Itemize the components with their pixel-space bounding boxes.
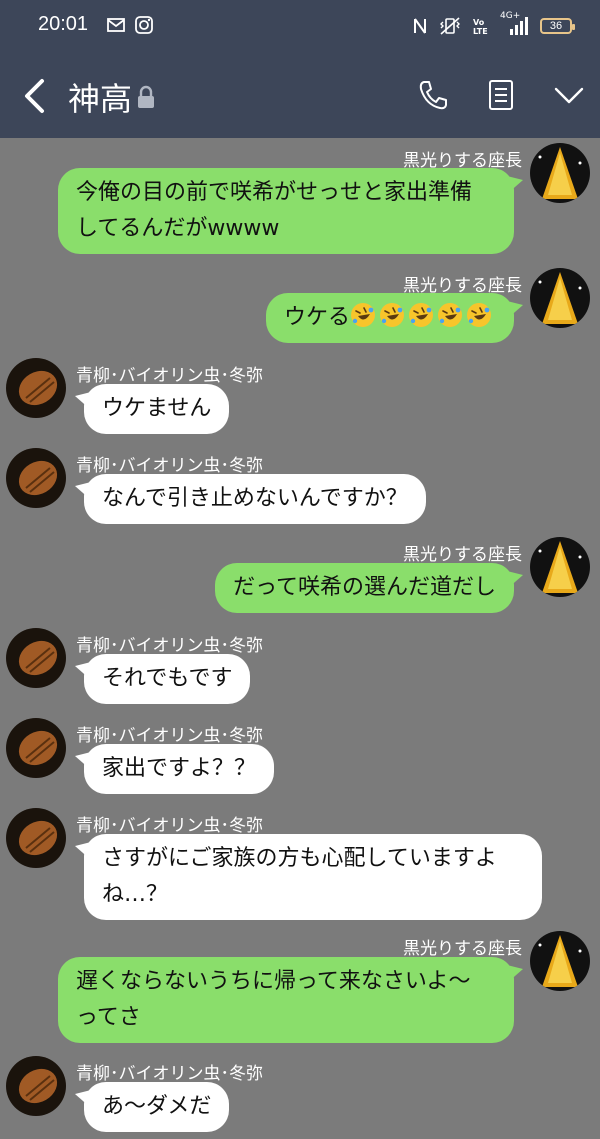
message-bubble-received[interactable]: それでもです bbox=[74, 654, 251, 704]
message-line: 遅くならないうちに帰って来なさいよ〜 bbox=[76, 969, 471, 994]
avatar-zacho[interactable] bbox=[530, 268, 590, 328]
sender-name: 青柳･バイオリン虫･冬弥 bbox=[76, 636, 263, 656]
message-line: 家出ですよ？？ bbox=[102, 756, 257, 781]
battery-icon: 36 bbox=[540, 18, 575, 34]
chat-title: 神高 bbox=[68, 80, 133, 118]
rolling-on-floor-laughing-emoji bbox=[409, 303, 434, 327]
rolling-on-floor-laughing-emoji bbox=[380, 303, 405, 327]
sender-name: 青柳･バイオリン虫･冬弥 bbox=[76, 366, 263, 386]
message-line: ね…？ bbox=[102, 882, 169, 907]
message-line: してるんだがwwww bbox=[76, 216, 280, 241]
avatar-zacho[interactable] bbox=[530, 931, 590, 991]
svg-text:LTE: LTE bbox=[473, 27, 488, 36]
mail-notification-icon bbox=[107, 18, 125, 32]
message-line: ウケません bbox=[102, 396, 212, 421]
avatar-toya[interactable] bbox=[6, 448, 66, 508]
message-bubble-received[interactable]: ウケません bbox=[74, 384, 230, 434]
signal-icon: 4G+ bbox=[500, 11, 530, 37]
avatar-toya[interactable] bbox=[6, 358, 66, 418]
message-text: ウケる bbox=[284, 305, 351, 330]
chat-header: 神高 bbox=[0, 52, 600, 138]
back-button[interactable] bbox=[18, 77, 50, 115]
rolling-on-floor-laughing-emoji bbox=[438, 303, 463, 327]
sender-name: 黒光りする座長 bbox=[403, 939, 522, 959]
status-time: 20:01 bbox=[38, 13, 89, 35]
avatar-toya[interactable] bbox=[6, 718, 66, 778]
chat-area[interactable]: 黒光りする座長 今俺の目の前で咲希がせっせと家出準備 してるんだがwwww 黒光… bbox=[0, 138, 600, 1139]
vibrate-icon bbox=[440, 17, 460, 35]
status-bar: 20:01 Vo LTE 4G+ 36 bbox=[0, 0, 600, 52]
sender-name: 青柳･バイオリン虫･冬弥 bbox=[76, 456, 263, 476]
message-line: それでもです bbox=[102, 666, 233, 691]
message-line: 今俺の目の前で咲希がせっせと家出準備 bbox=[76, 180, 473, 205]
message-line: だって咲希の選んだ道だし bbox=[233, 575, 496, 600]
emoji-row bbox=[350, 303, 495, 330]
sender-name: 青柳･バイオリン虫･冬弥 bbox=[76, 1064, 263, 1084]
message-bubble-received[interactable]: なんで引き止めないんですか？ bbox=[75, 474, 426, 524]
message-bubble-sent[interactable]: 遅くならないうちに帰って来なさいよ〜 ってさ bbox=[58, 957, 523, 1043]
volte-icon: Vo LTE bbox=[473, 18, 488, 36]
lock-icon bbox=[138, 85, 154, 108]
avatar-toya[interactable] bbox=[6, 628, 66, 688]
message-bubble-received[interactable]: さすがにご家族の方も心配していますよ ね…？ bbox=[75, 834, 542, 920]
nfc-icon bbox=[414, 18, 426, 34]
call-button[interactable] bbox=[416, 78, 450, 112]
message-bubble-sent[interactable]: 今俺の目の前で咲希がせっせと家出準備 してるんだがwwww bbox=[58, 168, 523, 254]
menu-chevron-button[interactable] bbox=[552, 78, 586, 112]
message-bubble-sent[interactable]: ウケる bbox=[266, 293, 523, 343]
avatar-zacho[interactable] bbox=[530, 143, 590, 203]
sender-name: 青柳･バイオリン虫･冬弥 bbox=[76, 816, 263, 836]
notes-button[interactable] bbox=[484, 78, 518, 112]
message-line: なんで引き止めないんですか？ bbox=[102, 486, 408, 511]
instagram-icon bbox=[135, 16, 153, 34]
sender-name: 黒光りする座長 bbox=[403, 545, 522, 565]
svg-text:Vo: Vo bbox=[473, 18, 485, 27]
sender-name: 青柳･バイオリン虫･冬弥 bbox=[76, 726, 263, 746]
message-line: ってさ bbox=[76, 1005, 141, 1030]
avatar-toya[interactable] bbox=[6, 1056, 66, 1116]
status-indicators: Vo LTE 4G+ 36 bbox=[412, 11, 575, 38]
message-line: あ〜ダメだ bbox=[102, 1094, 212, 1119]
avatar-zacho[interactable] bbox=[530, 537, 590, 597]
message-bubble-sent[interactable]: だって咲希の選んだ道だし bbox=[215, 563, 523, 613]
avatar-toya[interactable] bbox=[6, 808, 66, 868]
rolling-on-floor-laughing-emoji bbox=[351, 303, 376, 327]
rolling-on-floor-laughing-emoji bbox=[467, 303, 492, 327]
message-bubble-received[interactable]: あ〜ダメだ bbox=[74, 1082, 230, 1132]
message-line: さすがにご家族の方も心配していますよ bbox=[102, 846, 497, 871]
message-bubble-received[interactable]: 家出ですよ？？ bbox=[74, 744, 275, 794]
